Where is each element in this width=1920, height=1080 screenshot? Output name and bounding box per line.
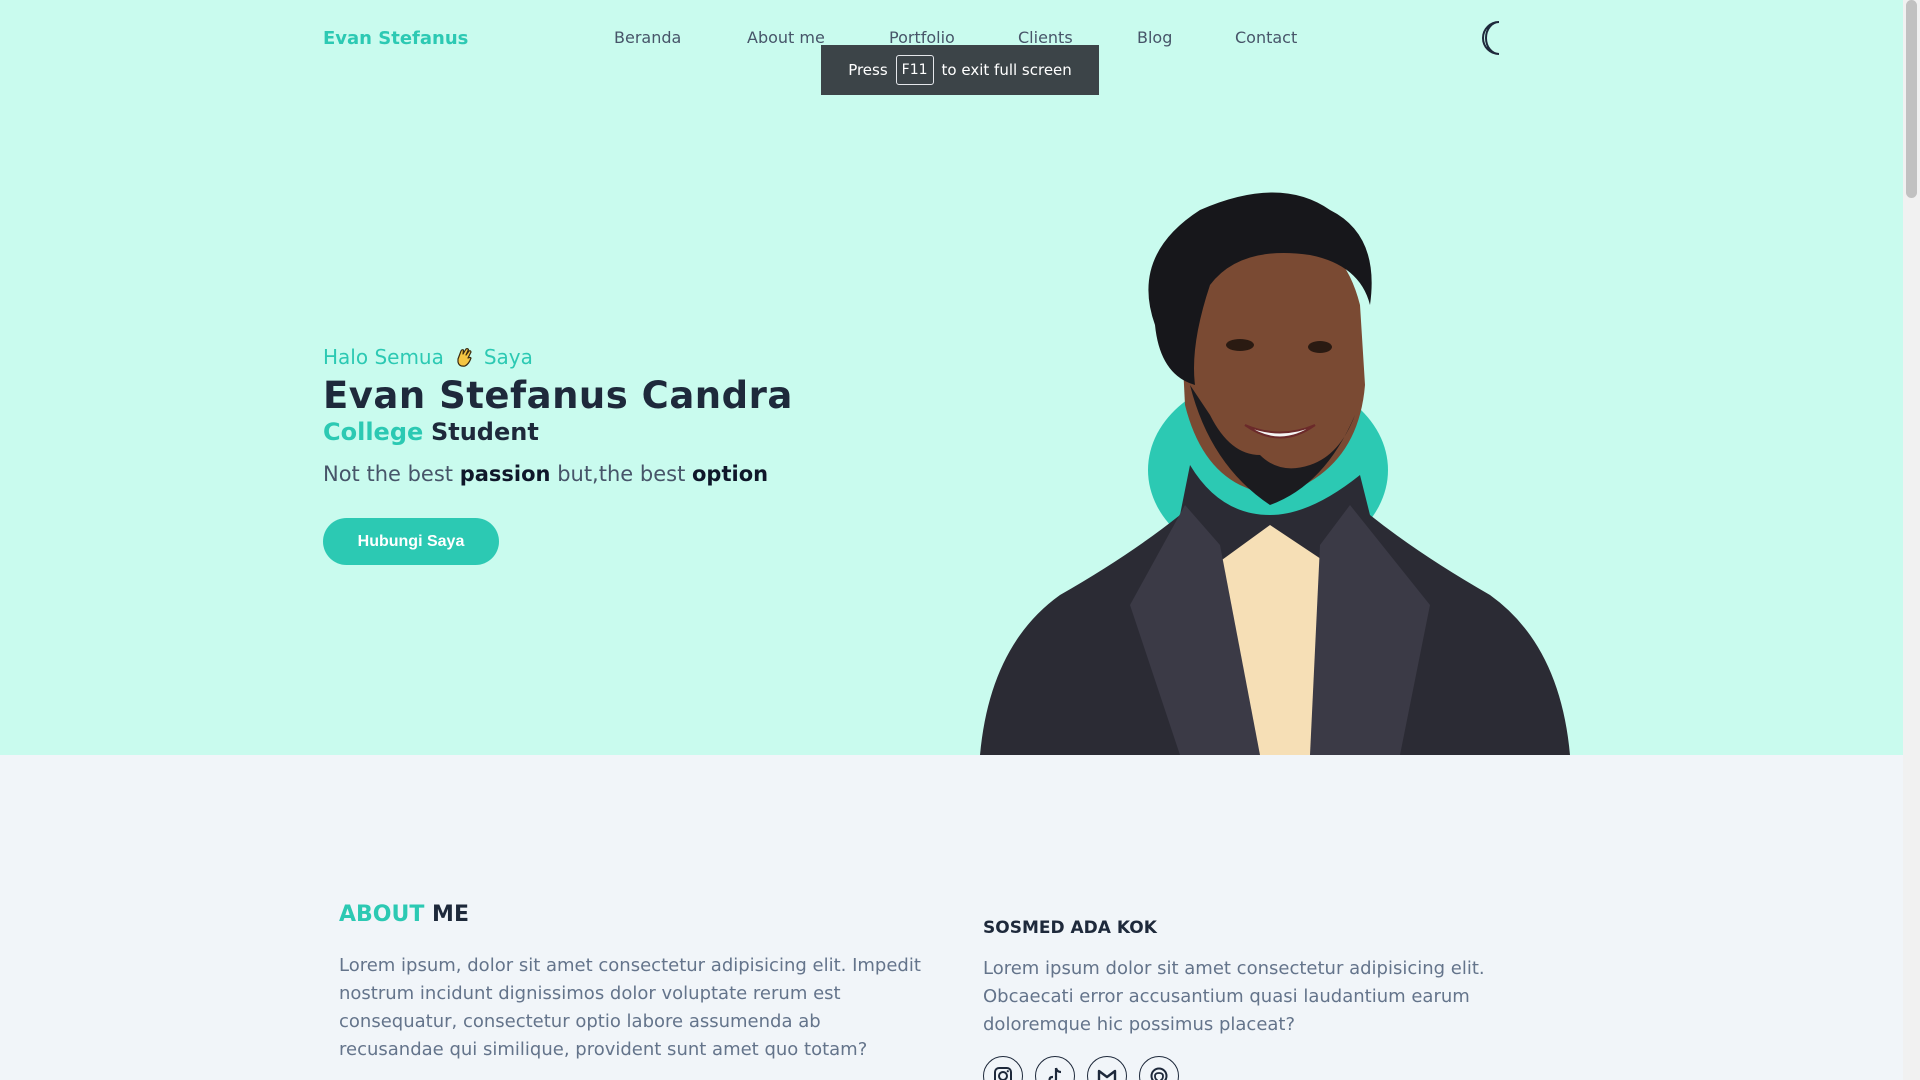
about-title: ABOUT ME [339, 902, 469, 927]
hero-tagline: Not the best passion but,the best option [323, 462, 768, 486]
tag-part-4: option [692, 462, 769, 486]
greeting-text-1: Halo Semua [323, 345, 444, 369]
nav-contact[interactable]: Contact [1235, 28, 1297, 47]
toast-text-after: to exit full screen [941, 61, 1072, 79]
tag-part-2: passion [459, 462, 551, 486]
about-body: Lorem ipsum, dolor sit amet consectetur … [339, 955, 921, 1060]
github-icon[interactable] [1139, 1056, 1179, 1080]
gmail-icon[interactable] [1087, 1056, 1127, 1080]
sosmed-title: SOSMED ADA KOK [983, 918, 1157, 938]
toast-text-before: Press [848, 61, 888, 79]
f11-key-badge: F11 [895, 55, 934, 85]
portrait-illustration [980, 192, 1570, 755]
about-title-word-1: ABOUT [339, 902, 425, 927]
greeting-text-2: Saya [483, 345, 533, 369]
hero-role: College Student [323, 418, 539, 446]
sosmed-body: Lorem ipsum dolor sit amet consectetur a… [983, 958, 1485, 1035]
hero-section: Evan Stefanus Beranda About me Portfolio… [0, 0, 1903, 755]
role-word-1: College [323, 418, 424, 446]
tag-part-1: Not the best [323, 462, 454, 486]
about-title-word-2: ME [432, 902, 469, 927]
nav-about-me[interactable]: About me [747, 28, 825, 47]
page-scrollbar[interactable] [1903, 0, 1920, 1080]
scrollbar-thumb[interactable] [1906, 0, 1917, 198]
contact-me-button[interactable]: Hubungi Saya [323, 518, 499, 565]
brand-logo[interactable]: Evan Stefanus [323, 28, 468, 49]
waving-hand-icon [452, 345, 476, 369]
nav-blog[interactable]: Blog [1137, 28, 1172, 47]
tiktok-icon[interactable] [1035, 1056, 1075, 1080]
hero-name: Evan Stefanus Candra [323, 374, 793, 417]
nav-beranda[interactable]: Beranda [614, 28, 681, 47]
tag-part-3: but,the best [557, 462, 686, 486]
moon-icon[interactable] [1477, 18, 1511, 58]
instagram-icon[interactable] [983, 1056, 1023, 1080]
hero-greeting: Halo Semua Saya [323, 345, 533, 369]
fullscreen-toast: Press F11 to exit full screen [821, 45, 1099, 95]
role-word-2: Student [430, 418, 539, 446]
